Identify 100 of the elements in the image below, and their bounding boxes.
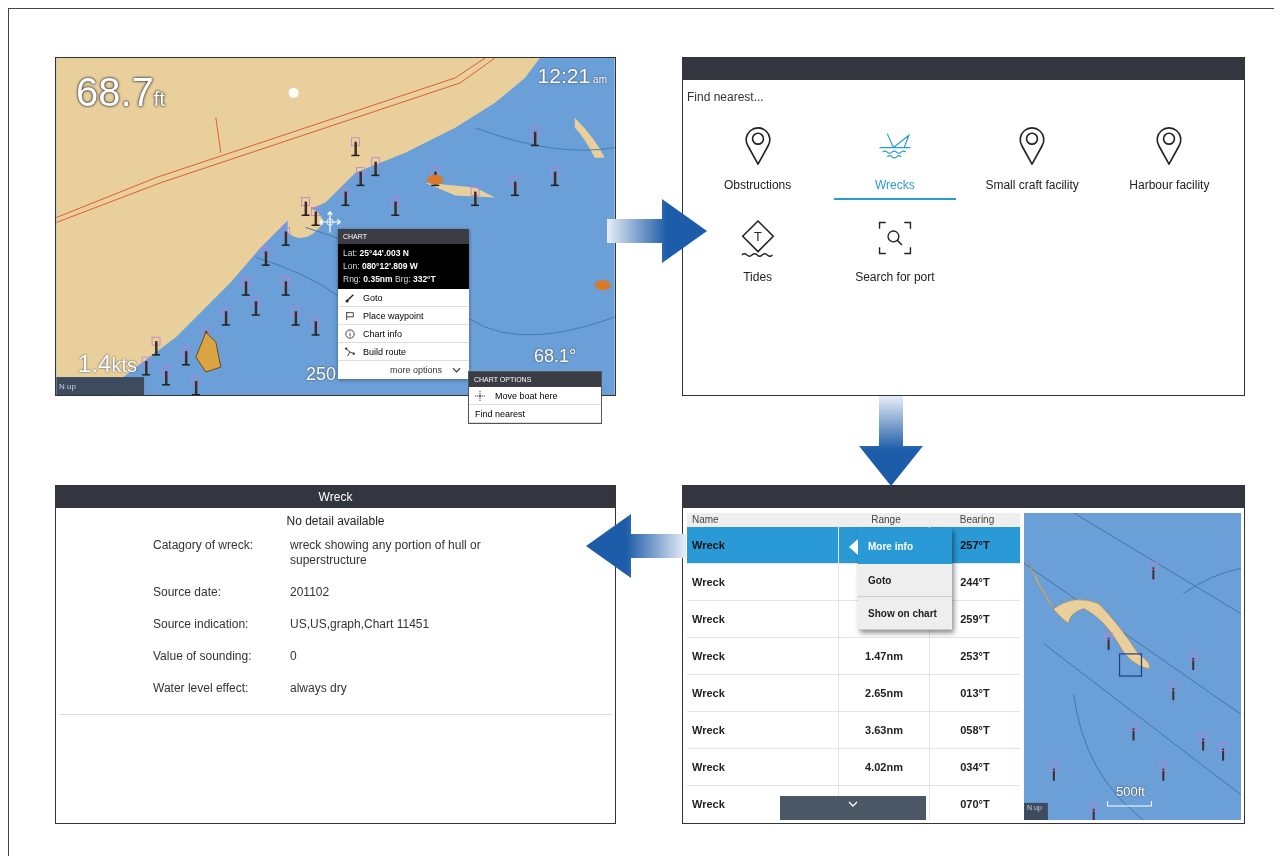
scale-reading: 250 (306, 364, 337, 385)
hazard-icon (594, 280, 611, 291)
scale-bar (1107, 800, 1152, 807)
wreck-marker-icon (550, 167, 560, 187)
wreck-marker-icon (311, 207, 320, 226)
temperature-reading: 68.1° (534, 346, 577, 367)
island-shape (574, 117, 605, 158)
coordinate-text: Lat: 25°44'.003 N (343, 247, 410, 260)
chevron-down-icon (848, 801, 858, 807)
hazard-icon (427, 174, 444, 185)
more-options-button[interactable]: more options (338, 361, 469, 379)
wreck-marker-icon (291, 306, 300, 326)
table-cell: 034°T (960, 761, 990, 773)
table-cell: Wreck (692, 761, 725, 773)
wreck-marker-icon (371, 157, 380, 177)
landmark-dot (288, 87, 299, 98)
menu-item-label: Build route (363, 346, 407, 357)
field-label: Source date: (153, 585, 223, 600)
speed-reading: 1.4kts (78, 350, 137, 378)
coordinate-text: Lon: 080°12'.809 W (343, 260, 419, 273)
field-value: wreck showing any portion of hull or superstructure (290, 538, 482, 568)
result-row[interactable]: Wreck 3.63nm 058°T (687, 712, 1020, 749)
menu-item[interactable]: Move boat here (469, 387, 601, 405)
crosshair-icon (475, 390, 485, 401)
depth-reading: 68.7ft (76, 70, 165, 115)
chevron-down-icon (452, 367, 461, 373)
field-value: always dry (290, 681, 348, 696)
category-option[interactable]: Harbour facility (1108, 126, 1230, 200)
result-row[interactable]: Wreck 4.02nm 034°T (687, 749, 1020, 786)
menu-item-label: Find nearest (475, 408, 526, 419)
table-cell: 4.02nm (865, 761, 903, 773)
menu-item[interactable]: Goto (338, 289, 469, 307)
wreck-marker-icon (1159, 763, 1168, 781)
wreck-marker-icon (1218, 743, 1228, 761)
wreck-marker-icon (1049, 763, 1059, 781)
field-label: Source indication: (153, 617, 250, 632)
column-header: Range (870, 513, 902, 527)
popup-menu-item[interactable]: Show on chart (858, 597, 952, 630)
field-label: Water level effect: (153, 681, 250, 696)
screen-heading: Find nearest... (686, 89, 765, 106)
coordinate-text: Rng: 0.35nm Brg: 332°T (343, 273, 437, 286)
table-cell: 058°T (960, 724, 990, 736)
table-cell: 1.47nm (865, 650, 903, 662)
table-cell: Wreck (692, 613, 725, 625)
table-cell: Wreck (692, 539, 725, 551)
field-value: 0 (290, 649, 298, 664)
wreck-marker-icon (356, 167, 365, 187)
goto-icon (345, 292, 355, 303)
wreck-marker-icon (1129, 723, 1138, 741)
table-cell: 070°T (960, 798, 990, 810)
wreck-marker-icon (1188, 652, 1198, 670)
wreck-marker-icon (241, 276, 251, 296)
island-shape (287, 208, 324, 238)
wreck-marker-icon (151, 336, 161, 356)
wreck-marker-icon (161, 366, 171, 386)
orientation-label: N up (59, 382, 76, 391)
result-row[interactable]: Wreck 1.47nm 253°T (687, 638, 1020, 675)
route-icon (345, 346, 355, 357)
scroll-down-button[interactable] (780, 796, 926, 820)
field-value: 201102 (290, 585, 331, 600)
wreck-marker-icon (351, 137, 360, 157)
table-cell: Wreck (692, 798, 725, 810)
column-header: Bearing (958, 513, 996, 527)
table-cell: 253°T (960, 650, 990, 662)
popup-menu-item[interactable]: Goto (858, 564, 952, 597)
wreck-marker-icon (470, 187, 480, 207)
field-label: Catagory of wreck: (153, 538, 255, 554)
result-row[interactable]: Wreck 2.65nm 013°T (687, 675, 1020, 712)
boat-icon (195, 331, 222, 373)
category-option[interactable]: Small craft facility (971, 126, 1093, 200)
menu-item-label: Goto (363, 292, 383, 303)
menu-item[interactable]: Place waypoint (338, 307, 469, 325)
category-option[interactable]: T Tides (697, 218, 819, 292)
field-label: Value of sounding: (153, 649, 253, 664)
table-cell: 013°T (960, 687, 990, 699)
cursor-icon (318, 210, 342, 234)
wreck-marker-icon (311, 316, 320, 336)
table-cell: 259°T (960, 613, 990, 625)
info-icon (345, 328, 355, 339)
category-option[interactable]: Obstructions (697, 126, 819, 200)
wreck-marker-icon (510, 177, 520, 197)
wreck-marker-icon (530, 127, 540, 147)
wreck-marker-icon (301, 197, 310, 217)
table-cell: Wreck (692, 687, 725, 699)
table-cell: 257°T (960, 539, 990, 551)
wreck-marker-icon (1198, 733, 1208, 751)
menu-item[interactable]: Chart info (338, 325, 469, 343)
table-cell: Wreck (692, 650, 725, 662)
wreck-marker-icon (261, 247, 271, 266)
menu-item-label: Place waypoint (363, 310, 424, 321)
wreck-marker-icon (221, 306, 231, 326)
table-cell: 244°T (960, 576, 990, 588)
category-option[interactable]: Search for port (834, 218, 956, 292)
table-cell: Wreck (692, 576, 725, 588)
table-cell: 2.65nm (865, 687, 903, 699)
menu-item[interactable]: Find nearest (469, 405, 601, 423)
selection-square (1118, 653, 1143, 677)
menu-item-label: Chart info (363, 328, 403, 339)
table-cell: 3.63nm (865, 724, 903, 736)
menu-item[interactable]: Build route (338, 343, 469, 361)
